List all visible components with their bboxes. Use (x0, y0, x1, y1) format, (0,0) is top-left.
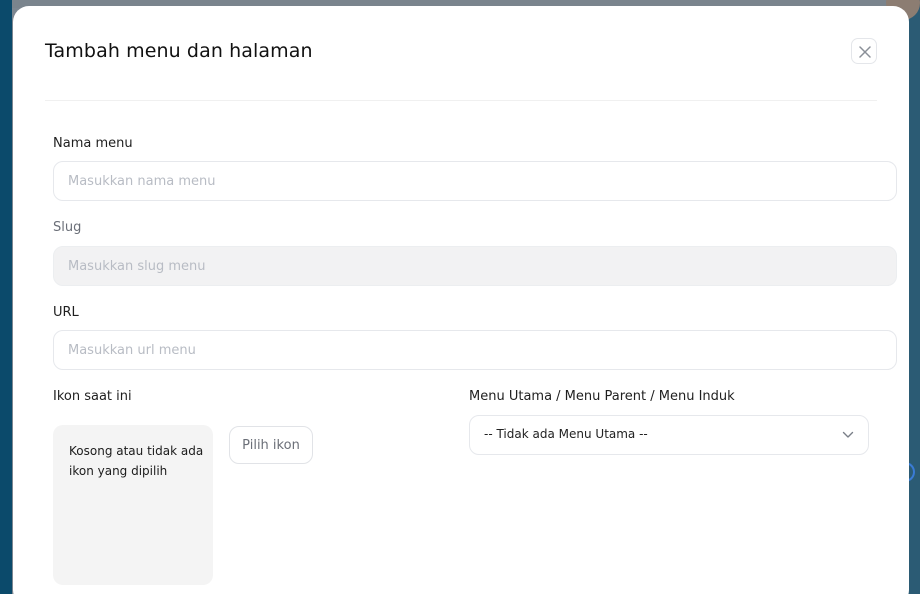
slug-label: Slug (53, 220, 82, 235)
url-input[interactable] (53, 330, 897, 370)
chevron-down-icon (842, 431, 854, 438)
add-menu-modal: Tambah menu dan halaman Nama menu Slug U… (13, 6, 909, 594)
name-label: Nama menu (53, 136, 133, 151)
icon-empty-text: Kosong atau tidak ada ikon yang dipilih (69, 444, 204, 478)
icon-preview-box: Kosong atau tidak ada ikon yang dipilih (53, 425, 213, 585)
name-input[interactable] (53, 161, 897, 201)
url-label: URL (53, 305, 79, 320)
backdrop-right-panel (908, 0, 920, 594)
close-icon (859, 46, 871, 58)
modal-header: Tambah menu dan halaman (45, 6, 877, 101)
modal-title: Tambah menu dan halaman (45, 40, 313, 62)
current-icon-label: Ikon saat ini (53, 389, 132, 404)
close-button[interactable] (851, 38, 877, 64)
parent-menu-label: Menu Utama / Menu Parent / Menu Induk (469, 389, 735, 404)
parent-menu-select[interactable]: -- Tidak ada Menu Utama -- (469, 415, 869, 455)
slug-input (53, 246, 897, 286)
parent-menu-selected-value: -- Tidak ada Menu Utama -- (484, 427, 648, 441)
pick-icon-button[interactable]: Pilih ikon (229, 426, 313, 464)
backdrop-sidebar (0, 0, 12, 594)
